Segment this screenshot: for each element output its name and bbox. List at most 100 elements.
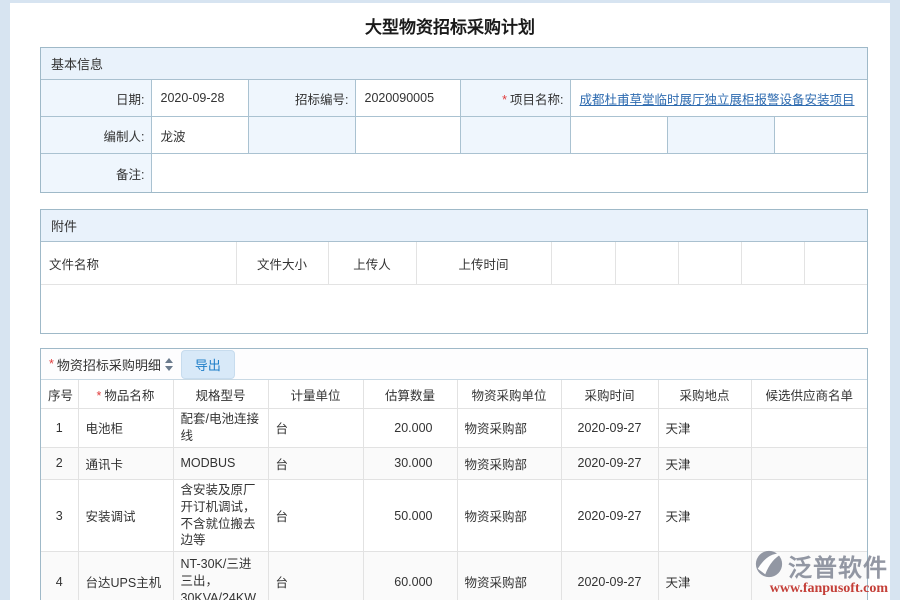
cell-spec: 含安装及原厂开订机调试，不含就位搬去边等 bbox=[173, 479, 268, 552]
empty-label-cell bbox=[248, 117, 355, 154]
cell-dept: 物资采购部 bbox=[457, 409, 561, 448]
project-name-cell: 成都杜甫草堂临时展厅独立展柜报警设备安装项目 bbox=[570, 80, 867, 117]
basic-info-header: 基本信息 bbox=[41, 48, 867, 80]
cell-qty: 50.000 bbox=[363, 479, 457, 552]
page-title: 大型物资招标采购计划 bbox=[10, 3, 890, 47]
cell-suppliers bbox=[751, 479, 867, 552]
col-suppliers: 候选供应商名单 bbox=[751, 380, 867, 409]
attachment-col-empty bbox=[804, 242, 867, 285]
cell-qty: 30.000 bbox=[363, 447, 457, 479]
empty-value-cell bbox=[774, 117, 867, 154]
cell-no: 4 bbox=[41, 552, 78, 600]
empty-label-cell bbox=[667, 117, 774, 154]
basic-info-row-2: 编制人: 龙波 bbox=[41, 117, 867, 154]
basic-info-row-remark: 备注: bbox=[41, 154, 867, 193]
creator-value: 龙波 bbox=[151, 117, 248, 154]
empty-label-cell bbox=[460, 117, 570, 154]
cell-spec: MODBUS bbox=[173, 447, 268, 479]
detail-table: 序号 *物品名称 规格型号 计量单位 估算数量 物资采购单位 采购时间 采购地点… bbox=[41, 380, 867, 600]
basic-info-section: 基本信息 日期: 2020-09-28 招标编号: 2020090005 *项目… bbox=[40, 47, 868, 193]
cell-item-name: 通讯卡 bbox=[78, 447, 173, 479]
cell-no: 3 bbox=[41, 479, 78, 552]
cell-place: 天津 bbox=[658, 447, 751, 479]
date-value: 2020-09-28 bbox=[151, 80, 248, 117]
empty-value-cell bbox=[355, 117, 460, 154]
attachment-col-empty bbox=[615, 242, 678, 285]
attachment-col-filename: 文件名称 bbox=[41, 242, 236, 285]
cell-item-name: 安装调试 bbox=[78, 479, 173, 552]
cell-item-name: 电池柜 bbox=[78, 409, 173, 448]
date-label: 日期: bbox=[41, 80, 151, 117]
sort-spinner-icon[interactable] bbox=[165, 358, 173, 371]
cell-suppliers bbox=[751, 447, 867, 479]
attachment-col-filesize: 文件大小 bbox=[236, 242, 328, 285]
attachment-col-empty bbox=[678, 242, 741, 285]
project-name-link[interactable]: 成都杜甫草堂临时展厅独立展柜报警设备安装项目 bbox=[580, 93, 855, 107]
cell-date: 2020-09-27 bbox=[561, 447, 658, 479]
cell-unit: 台 bbox=[268, 479, 363, 552]
cell-date: 2020-09-27 bbox=[561, 552, 658, 600]
remark-value-cell bbox=[151, 154, 867, 193]
detail-section: * 物资招标采购明细 导出 序号 *物品名称 规格型号 计量单位 估算数量 物资… bbox=[40, 348, 868, 600]
bid-no-label: 招标编号: bbox=[248, 80, 355, 117]
cell-suppliers bbox=[751, 409, 867, 448]
chevron-up-icon bbox=[165, 358, 173, 363]
col-item-name: *物品名称 bbox=[78, 380, 173, 409]
col-spec: 规格型号 bbox=[173, 380, 268, 409]
cell-spec: NT-30K/三进三出，30KVA/24KW bbox=[173, 552, 268, 600]
cell-qty: 60.000 bbox=[363, 552, 457, 600]
attachments-section: 附件 文件名称 文件大小 上传人 上传时间 bbox=[40, 209, 868, 334]
table-row: 1 电池柜 配套/电池连接线 台 20.000 物资采购部 2020-09-27… bbox=[41, 409, 867, 448]
page: 大型物资招标采购计划 基本信息 日期: 2020-09-28 招标编号: 202… bbox=[0, 0, 900, 600]
cell-item-name: 台达UPS主机 bbox=[78, 552, 173, 600]
attachment-col-uploadtime: 上传时间 bbox=[416, 242, 551, 285]
cell-unit: 台 bbox=[268, 447, 363, 479]
bid-no-value: 2020090005 bbox=[355, 80, 460, 117]
empty-value-cell bbox=[570, 117, 667, 154]
required-marker-icon: * bbox=[49, 357, 54, 371]
cell-no: 1 bbox=[41, 409, 78, 448]
cell-no: 2 bbox=[41, 447, 78, 479]
attachment-col-empty bbox=[551, 242, 615, 285]
table-row: 3 安装调试 含安装及原厂开订机调试，不含就位搬去边等 台 50.000 物资采… bbox=[41, 479, 867, 552]
col-dept: 物资采购单位 bbox=[457, 380, 561, 409]
attachment-col-uploader: 上传人 bbox=[328, 242, 416, 285]
cell-place: 天津 bbox=[658, 552, 751, 600]
cell-dept: 物资采购部 bbox=[457, 479, 561, 552]
col-qty: 估算数量 bbox=[363, 380, 457, 409]
cell-unit: 台 bbox=[268, 552, 363, 600]
col-place: 采购地点 bbox=[658, 380, 751, 409]
basic-info-row-1: 日期: 2020-09-28 招标编号: 2020090005 *项目名称: 成… bbox=[41, 80, 867, 117]
basic-info-table: 日期: 2020-09-28 招标编号: 2020090005 *项目名称: 成… bbox=[41, 80, 867, 192]
col-date: 采购时间 bbox=[561, 380, 658, 409]
creator-label: 编制人: bbox=[41, 117, 151, 154]
export-button[interactable]: 导出 bbox=[181, 350, 235, 379]
chevron-down-icon bbox=[165, 366, 173, 371]
table-row: 2 通讯卡 MODBUS 台 30.000 物资采购部 2020-09-27 天… bbox=[41, 447, 867, 479]
attachments-header: 附件 bbox=[41, 210, 867, 242]
cell-dept: 物资采购部 bbox=[457, 552, 561, 600]
attachments-table: 文件名称 文件大小 上传人 上传时间 bbox=[41, 242, 867, 285]
cell-qty: 20.000 bbox=[363, 409, 457, 448]
detail-header-row: 序号 *物品名称 规格型号 计量单位 估算数量 物资采购单位 采购时间 采购地点… bbox=[41, 380, 867, 409]
detail-section-title: 物资招标采购明细 bbox=[57, 355, 161, 374]
cell-spec: 配套/电池连接线 bbox=[173, 409, 268, 448]
detail-caption: * 物资招标采购明细 导出 bbox=[41, 349, 867, 380]
cell-suppliers bbox=[751, 552, 867, 600]
attachments-header-row: 文件名称 文件大小 上传人 上传时间 bbox=[41, 242, 867, 285]
col-no: 序号 bbox=[41, 380, 78, 409]
remark-label: 备注: bbox=[41, 154, 151, 193]
project-name-label: *项目名称: bbox=[460, 80, 570, 117]
cell-date: 2020-09-27 bbox=[561, 479, 658, 552]
cell-date: 2020-09-27 bbox=[561, 409, 658, 448]
attachments-empty-area bbox=[41, 285, 867, 333]
cell-place: 天津 bbox=[658, 479, 751, 552]
table-row: 4 台达UPS主机 NT-30K/三进三出，30KVA/24KW 台 60.00… bbox=[41, 552, 867, 600]
cell-unit: 台 bbox=[268, 409, 363, 448]
content-area: 大型物资招标采购计划 基本信息 日期: 2020-09-28 招标编号: 202… bbox=[10, 3, 890, 600]
cell-place: 天津 bbox=[658, 409, 751, 448]
col-unit: 计量单位 bbox=[268, 380, 363, 409]
cell-dept: 物资采购部 bbox=[457, 447, 561, 479]
required-marker-icon: * bbox=[502, 93, 507, 107]
attachment-col-empty bbox=[741, 242, 804, 285]
